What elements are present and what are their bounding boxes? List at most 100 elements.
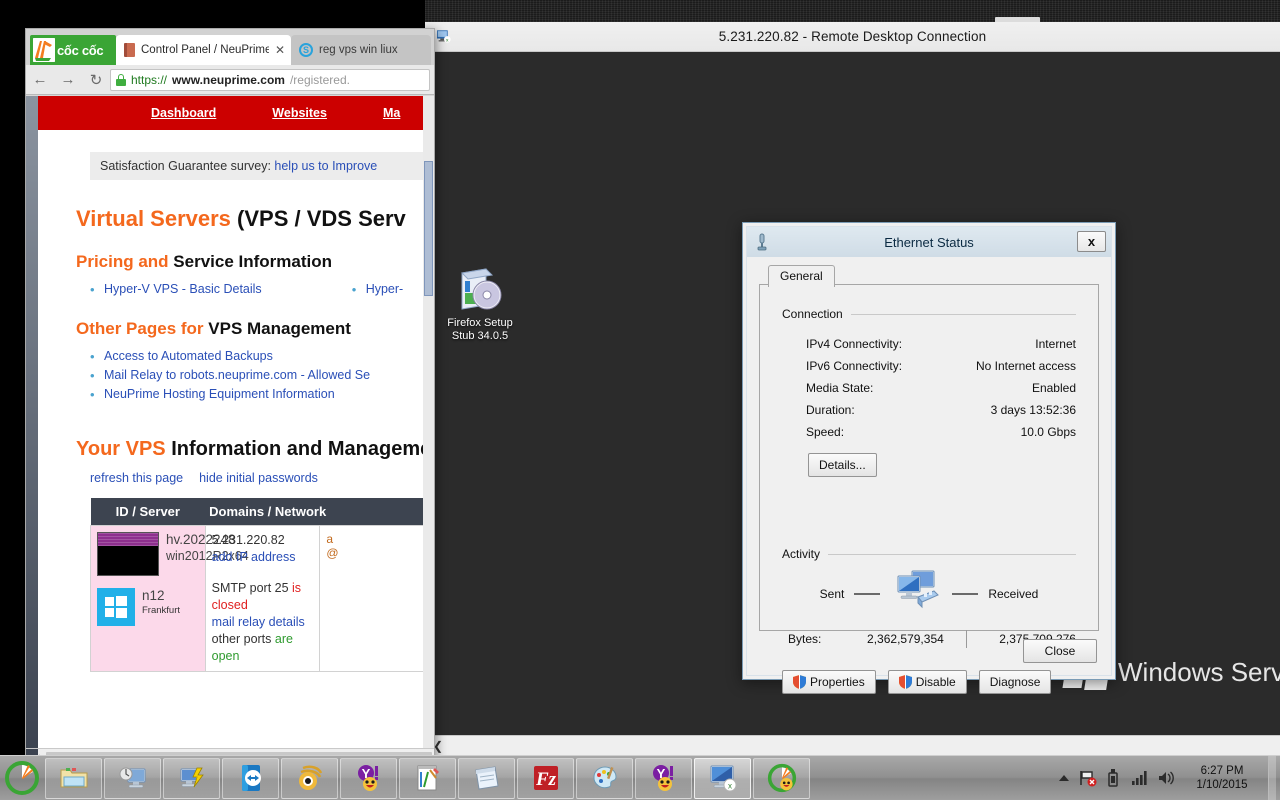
rdp-top-strip [425,0,1280,22]
close-button[interactable]: Close [1023,639,1097,663]
table-row: Media State: Enabled [782,377,1076,399]
row-label: IPv6 Connectivity: [806,359,903,373]
table-row: Duration: 3 days 13:52:36 [782,399,1076,421]
nav-link-dashboard[interactable]: Dashboard [151,106,216,120]
details-button[interactable]: Details... [808,453,877,477]
tab-general[interactable]: General [768,265,835,287]
clock-time: 6:27 PM [1200,765,1244,777]
link-mail-relay[interactable]: Mail Relay to robots.neuprime.com - Allo… [104,368,370,382]
taskbar-item-notepad-plus-plus[interactable] [399,757,456,799]
link-hyperv-basic-details[interactable]: Hyper-V VPS - Basic Details [104,282,262,296]
rdp-title-bar[interactable]: x 5.231.220.82 - Remote Desktop Connecti… [425,22,1280,52]
row-label: IPv4 Connectivity: [806,337,903,351]
link-hide-initial-passwords[interactable]: hide initial passwords [199,471,318,485]
survey-link[interactable]: help us to Improve [274,159,377,173]
properties-button-label: Properties [810,675,865,689]
rdp-scroll-bar[interactable]: ❮ [425,735,1280,755]
row-value: Enabled [1031,381,1076,395]
rdp-title: 5.231.220.82 - Remote Desktop Connection [718,29,987,44]
network-flag-error-icon[interactable] [1079,769,1097,787]
tab-label: Control Panel / NeuPrime [141,44,269,56]
svg-text:Fz: Fz [534,769,556,790]
tab-control-panel-neuprime[interactable]: Control Panel / NeuPrime ✕ [116,35,291,65]
link-add-ip-address[interactable]: add IP address [212,550,296,564]
table-row: IPv4 Connectivity: Internet [782,333,1076,355]
link-hosting-equipment[interactable]: NeuPrime Hosting Equipment Information [104,387,335,401]
list-item: Hyper- [352,280,404,299]
taskbar-item-notepad[interactable] [458,757,515,799]
start-button[interactable] [0,756,44,800]
your-vps-heading: Your VPS Information and Managemen [76,438,434,461]
taskbar-item-teamviewer[interactable] [222,757,279,799]
properties-button[interactable]: Properties [782,670,876,694]
table-header-row: ID / Server Domains / Network [90,498,434,526]
shield-icon [898,675,912,689]
link-refresh-page[interactable]: refresh this page [90,471,183,485]
add-ip-link-wrap: add IP address [212,549,314,566]
clock[interactable]: 6:27 PM 1/10/2015 [1185,764,1259,792]
other-ports-prefix: other ports [211,632,275,646]
other-heading-rest: VPS Management [203,319,351,338]
page-vertical-scroll-thumb[interactable] [424,161,433,296]
dialog-title-bar[interactable]: Ethernet Status x [747,227,1111,257]
taskbar-item-coccoc-browser[interactable] [753,757,810,799]
url-path: /registered. [289,72,350,87]
diagnose-button[interactable]: Diagnose [978,670,1052,694]
reload-icon[interactable]: ↻ [82,71,110,89]
bytes-label: Bytes: [788,632,822,646]
taskbar-item-yahoo-messenger[interactable]: Y [340,757,397,799]
bytes-sent-value: 2,362,579,354 [867,632,944,646]
volume-icon[interactable] [1158,770,1176,786]
page-title-orange: Virtual Servers [76,206,231,231]
close-icon[interactable]: x [1077,231,1106,252]
tab-label: reg vps win liux [319,44,398,56]
received-dash-icon [952,592,979,595]
nav-link-websites[interactable]: Websites [272,106,327,120]
nav-link-mail[interactable]: Ma [383,106,400,120]
column-header-domains-network: Domains / Network [205,498,326,526]
taskbar-item-network-config[interactable] [163,757,220,799]
row-label: Media State: [806,381,874,395]
disable-button[interactable]: Disable [887,670,967,694]
show-desktop-button[interactable] [1268,755,1276,800]
coccoc-logo[interactable]: cốc cốc [30,35,116,65]
back-icon[interactable]: ← [26,71,54,88]
table-row: Speed: 10.0 Gbps [782,421,1076,443]
address-bar[interactable]: https:// www.neuprime.com /registered. [110,68,430,91]
group-divider [850,313,1076,315]
tab-reg-vps-win-liux[interactable]: S reg vps win liux [291,35,431,65]
forward-icon[interactable]: → [54,71,82,88]
browser-toolbar: ← → ↻ https:// www.neuprime.com /registe… [26,65,434,95]
link-mail-relay-details[interactable]: mail relay details [212,615,305,629]
site-navigation: Dashboard Websites Ma [38,96,434,130]
taskbar-item-yahoo-messenger-2[interactable]: Y [635,757,692,799]
page-left-gradient-bar [26,96,38,750]
taskbar-item-network-computer[interactable] [104,757,161,799]
link-automated-backups[interactable]: Access to Automated Backups [104,349,273,363]
row-value: 10.0 Gbps [1020,425,1076,439]
your-vps-orange: Your VPS [76,438,166,460]
page-vertical-scrollbar[interactable] [423,96,434,750]
server-node: n12 Frankfurt [97,588,199,626]
clock-date: 1/10/2015 [1196,779,1248,791]
taskbar-item-yahoo-messenger-eye[interactable] [281,757,338,799]
cell-id-server: hv.2022248 win2012R2x64 n12 Frankfurt [90,525,249,672]
connection-group-label: Connection [782,307,843,321]
taskbar-item-paint[interactable] [576,757,633,799]
show-hidden-icons-arrow[interactable] [1058,772,1070,784]
taskbar-item-file-explorer[interactable] [45,757,102,799]
taskbar-item-remote-desktop[interactable]: x [694,757,751,799]
survey-text: Satisfaction Guarantee survey: [100,159,275,173]
taskbar-item-filezilla[interactable]: Fz [517,757,574,799]
cell-extra-clipped: a @ [319,525,434,672]
coccoc-browser-window: cốc cốc Control Panel / NeuPrime ✕ S reg… [25,28,435,768]
url-host: www.neuprime.com [172,72,285,87]
console-thumbnail[interactable] [97,532,159,576]
pricing-links-col1: Hyper-V VPS - Basic Details [90,280,262,299]
usb-device-icon[interactable] [1106,769,1122,787]
signal-bars-icon[interactable] [1131,770,1149,786]
desktop-icon-firefox-setup[interactable]: Firefox Setup Stub 34.0.5 [440,265,520,343]
page-title: Virtual Servers (VPS / VDS Serv [76,206,434,232]
link-hyperv-2[interactable]: Hyper- [366,282,404,296]
close-icon[interactable]: ✕ [275,43,285,57]
